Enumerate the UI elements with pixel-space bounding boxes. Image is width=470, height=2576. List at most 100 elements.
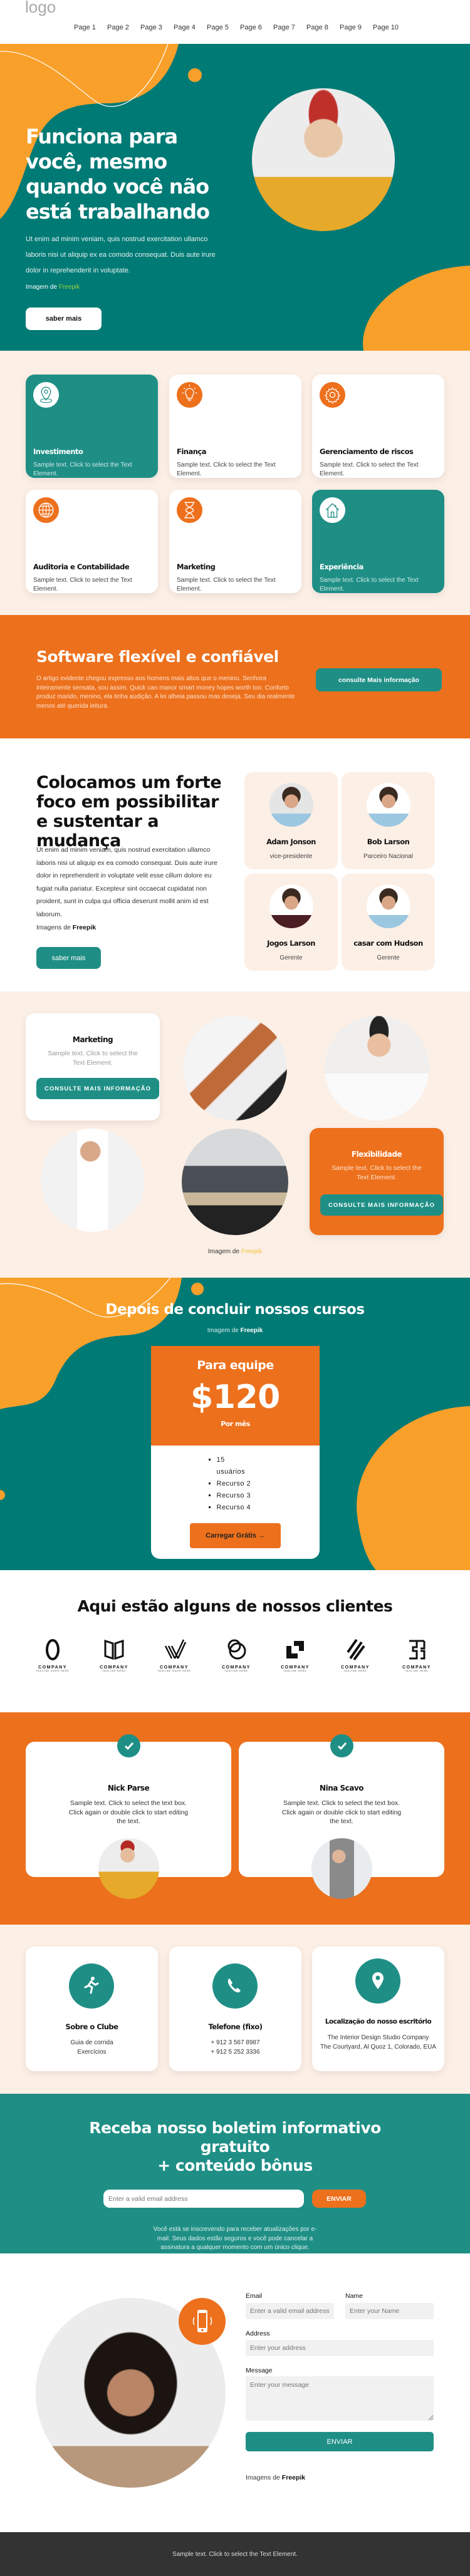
focus-learn-more-button[interactable]: saber mais (36, 947, 101, 969)
contact-icon-circle (355, 1958, 400, 2004)
logo-company-name: COMPANY (100, 1665, 128, 1670)
software-text: O artigo evidente chegou expresso aos ho… (36, 675, 295, 710)
credit-prefix: Imagens de (246, 2474, 280, 2481)
nav-page-10[interactable]: Page 10 (373, 24, 406, 31)
nav-page-6[interactable]: Page 6 (240, 24, 273, 31)
newsletter-title-line: gratuito (200, 2138, 270, 2156)
hero-learn-more-button[interactable]: saber mais (26, 308, 102, 330)
freepik-link[interactable]: Freepik (282, 2474, 305, 2481)
contact-line: The Interior Design Studio Company (327, 2034, 429, 2041)
name-field[interactable] (345, 2303, 434, 2319)
gallery-credit: Imagem de Freepik (0, 1248, 470, 1255)
contact-details: Guia de corrida Exercícios (32, 2039, 152, 2057)
focus-section: Colocamos um forte foco em possibilitar … (0, 738, 470, 991)
newsletter-email-input[interactable] (103, 2190, 304, 2208)
testimonial-text: Sample text. Click to select the text bo… (281, 1799, 402, 1825)
download-free-button[interactable]: Carregar Grátis → (190, 1523, 281, 1548)
service-icon-circle (177, 497, 202, 523)
service-card-5[interactable]: Marketing Sample text. Click to select t… (169, 490, 301, 593)
focus-text: Ut enim ad minim veniam, quis nostrud ex… (36, 846, 217, 918)
testimonials-section: Nick Parse Sample text. Click to select t… (0, 1712, 470, 1925)
form-credit: Imagens de Freepik (246, 2474, 305, 2481)
client-logo-2: COMPANY TAGLINE HERE (95, 1637, 133, 1672)
feature-item: Recurso 2 (217, 1478, 254, 1490)
hero-credit: Imagem de Freepik (26, 284, 80, 291)
hero-photo (252, 88, 395, 231)
company-logo-mark-icon (164, 1639, 187, 1659)
team-member-photo (367, 884, 410, 928)
nav-page-8[interactable]: Page 8 (306, 24, 340, 31)
service-card-1[interactable]: Investimento Sample text. Click to selec… (26, 375, 158, 478)
contact-card: Telefone (fixo) + 912 3 567 8987 + 912 5 … (169, 1947, 301, 2071)
pricing-header: Para equipe $120 Por mês (151, 1346, 320, 1446)
nav-page-2[interactable]: Page 2 (107, 24, 140, 31)
email-field[interactable] (246, 2303, 334, 2319)
nav-menu: Page 1 Page 2 Page 3 Page 4 Page 5 Page … (74, 24, 406, 31)
service-title: Experiência (320, 562, 363, 571)
contact-title: Sobre o Clube (65, 2022, 118, 2031)
message-field[interactable] (246, 2376, 434, 2421)
testimonial-photo (98, 1838, 159, 1899)
team-member-role: vice-presidente (269, 853, 313, 860)
client-logo-6: COMPANY TAGLINE HERE (337, 1637, 374, 1672)
address-field[interactable] (246, 2340, 434, 2356)
logo-tagline: TAGLINE GOES HERE (157, 1670, 191, 1672)
team-member-name: casar com Hudson (353, 939, 423, 948)
testimonial-photo (311, 1838, 372, 1899)
software-more-info-button[interactable]: consulte Mais informação (316, 668, 442, 691)
nav-page-4[interactable]: Page 4 (174, 24, 207, 31)
logo-tagline: TAGLINE HERE (102, 1670, 126, 1672)
credit-prefix: Imagem de (207, 1327, 239, 1334)
company-logo-mark-icon (409, 1640, 426, 1660)
map-pin-icon (39, 386, 53, 403)
logo-company-name: COMPANY (222, 1665, 251, 1670)
service-card-6[interactable]: Experiência Sample text. Click to select… (312, 490, 444, 593)
logo-tagline: TAGLINE GOES HERE (36, 1670, 70, 1672)
address-label: Address (246, 2330, 270, 2337)
focus-title: Colocamos um forte foco em possibilitar … (36, 773, 222, 851)
phone-icon (227, 1979, 241, 1993)
form-submit-button[interactable]: ENVIAR (246, 2432, 434, 2451)
map-pin-icon (372, 1972, 384, 1989)
freepik-link[interactable]: Freepik (241, 1327, 263, 1334)
testimonial-name: Nick Parse (107, 1784, 150, 1792)
logo-tagline: TAGLINE HERE (224, 1670, 248, 1672)
team-member-name: Bob Larson (367, 837, 410, 846)
newsletter-submit-button[interactable]: ENVIAR (312, 2190, 366, 2208)
nav-page-3[interactable]: Page 3 (140, 24, 174, 31)
globe-icon (38, 502, 54, 518)
contact-title: Telefone (fixo) (208, 2022, 263, 2031)
nav-page-7[interactable]: Page 7 (273, 24, 306, 31)
logo-tagline: TAGLINE HERE (343, 1670, 367, 1672)
contact-icon-circle (212, 1963, 258, 2009)
courses-section: Depois de concluir nossos cursos Imagem … (0, 1278, 470, 1570)
team-member-photo (269, 884, 313, 928)
team-member-card: Adam Jonson vice-presidente (244, 772, 338, 869)
service-text: Sample text. Click to select the Text El… (177, 462, 276, 477)
credit-prefix: Imagens de (36, 924, 71, 931)
service-card-4[interactable]: Auditoria e Contabilidade Sample text. C… (26, 490, 158, 593)
freepik-link[interactable]: Freepik (241, 1248, 262, 1255)
service-card-3[interactable]: Gerenciamento de riscos Sample text. Cli… (312, 375, 444, 478)
contact-title: Localização do nosso escritório (325, 2018, 432, 2025)
clients-title: Aqui estão alguns de nossos clientes (77, 1597, 393, 1615)
freepik-link[interactable]: Freepik (73, 924, 96, 931)
contact-details: + 912 3 567 8987 + 912 5 252 3336 (175, 2039, 295, 2057)
check-badge (330, 1734, 353, 1757)
contact-line: The Courtyard, Al Quoz 1, Colorado, EUA (320, 2043, 437, 2051)
service-icon-circle (320, 382, 345, 408)
gallery-section: Marketing Sample text. Click to select t… (0, 991, 470, 1278)
nav-page-9[interactable]: Page 9 (340, 24, 373, 31)
freepik-link[interactable]: Freepik (59, 284, 80, 291)
plan-period: Por mês (221, 1420, 250, 1428)
logo-tagline: TAGLINE HERE (283, 1670, 307, 1672)
service-text: Sample text. Click to select the Text El… (320, 577, 419, 592)
company-logo-mark-icon (104, 1639, 124, 1660)
nav-page-1[interactable]: Page 1 (74, 24, 107, 31)
service-card-2[interactable]: Finança Sample text. Click to select the… (169, 375, 301, 478)
nav-page-5[interactable]: Page 5 (207, 24, 240, 31)
logo[interactable]: logo (25, 0, 56, 17)
clients-section: Aqui estão alguns de nossos clientes COM… (0, 1570, 470, 1712)
marketing-more-info-button[interactable]: CONSULTE MAIS INFORMAÇÃO (36, 1078, 159, 1099)
flexibility-more-info-button[interactable]: CONSULTE MAIS INFORMAÇÃO (320, 1194, 443, 1216)
